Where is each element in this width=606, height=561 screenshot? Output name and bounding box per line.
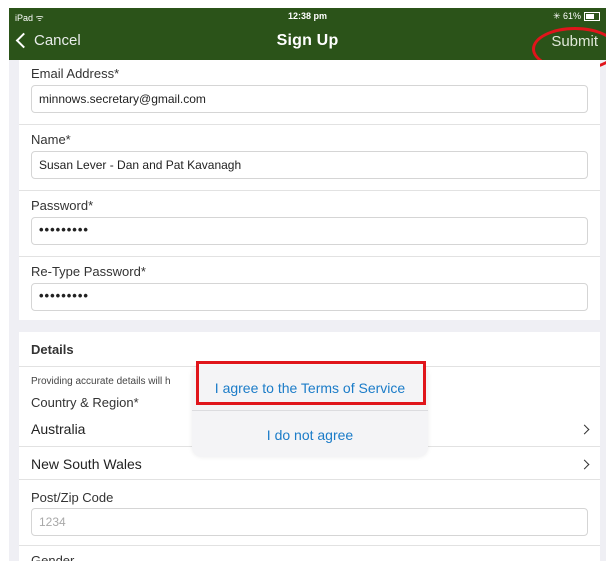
postcode-label: Post/Zip Code [31, 490, 114, 505]
ipad-screen: iPad ᯤ 12:38 pm ✳ 61% Cancel Sign Up Sub… [9, 8, 606, 561]
battery-icon [584, 12, 600, 21]
status-battery-text: ✳ 61% [553, 11, 600, 22]
divider [19, 190, 600, 191]
password-label: Password* [31, 198, 94, 213]
disagree-terms-option[interactable]: I do not agree [192, 427, 428, 443]
page-title: Sign Up [276, 32, 339, 49]
battery-percent: ✳ 61% [552, 11, 581, 21]
name-label: Name* [31, 132, 71, 147]
country-value: Australia [31, 421, 86, 437]
retype-password-field[interactable]: ••••••••• [31, 283, 588, 311]
divider [19, 545, 600, 546]
account-section: Email Address* minnows.secretary@gmail.c… [19, 60, 600, 320]
divider [19, 479, 600, 480]
status-time: 12:38 pm [287, 11, 328, 21]
name-field[interactable]: Susan Lever - Dan and Pat Kavanagh [31, 151, 588, 179]
password-field[interactable]: ••••••••• [31, 217, 588, 245]
email-label: Email Address* [31, 66, 120, 81]
chevron-right-icon [579, 459, 590, 470]
divider [19, 256, 600, 257]
details-heading: Details [31, 342, 74, 357]
email-field[interactable]: minnows.secretary@gmail.com [31, 85, 588, 113]
navigation-bar: iPad ᯤ 12:38 pm ✳ 61% Cancel Sign Up Sub… [9, 8, 606, 71]
details-info-text: Providing accurate details will h [31, 376, 171, 387]
region-value: New South Wales [31, 456, 142, 472]
retype-password-label: Re-Type Password* [31, 264, 146, 279]
dialog-divider [192, 410, 428, 411]
agree-highlight-box [196, 361, 426, 405]
chevron-right-icon [579, 424, 590, 435]
gender-label: Gender [31, 553, 75, 561]
divider [19, 124, 600, 125]
country-region-label: Country & Region* [31, 395, 139, 410]
postcode-field[interactable]: 1234 [31, 508, 588, 536]
